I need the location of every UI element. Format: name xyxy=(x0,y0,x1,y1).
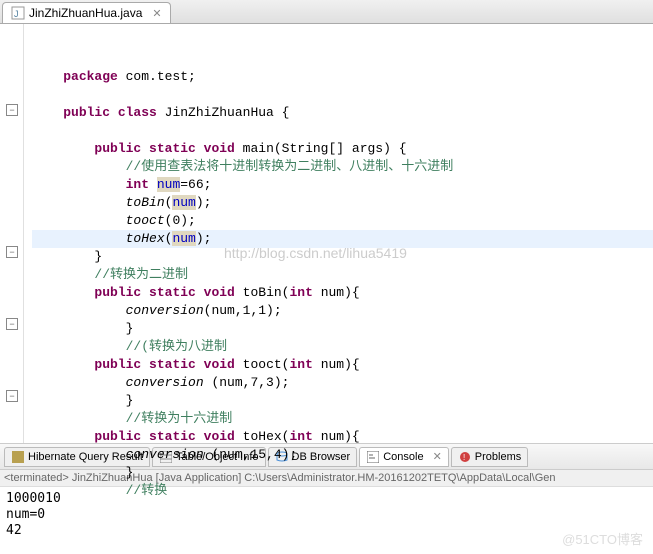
line: public static void toBin(int num){ xyxy=(32,285,360,300)
line: //使用查表法将十进制转换为二进制、八进制、十六进制 xyxy=(32,159,453,174)
editor-area: − − − − http://blog.csdn.net/lihua5419 p… xyxy=(0,24,653,444)
fold-button[interactable]: − xyxy=(6,318,18,330)
editor-tab[interactable]: J JinZhiZhuanHua.java ✕ xyxy=(2,2,171,23)
tab-filename: JinZhiZhuanHua.java xyxy=(29,6,142,20)
line: conversion (num,7,3); xyxy=(32,375,289,390)
line: package com.test; xyxy=(32,69,196,84)
hibernate-icon xyxy=(11,450,25,464)
fold-button[interactable]: − xyxy=(6,104,18,116)
current-line: toHex(num); xyxy=(32,230,653,248)
line: public static void main(String[] args) { xyxy=(32,141,407,156)
svg-text:!: ! xyxy=(463,453,465,462)
line: //(转换为八进制 xyxy=(32,339,227,354)
problems-icon: ! xyxy=(458,450,472,464)
gutter: − − − − xyxy=(0,24,24,443)
line: } xyxy=(32,321,133,336)
line: } xyxy=(32,465,133,480)
line: tooct(0); xyxy=(32,213,196,228)
line: public static void toHex(int num){ xyxy=(32,429,360,444)
line: public class JinZhiZhuanHua { xyxy=(32,105,289,120)
fold-button[interactable]: − xyxy=(6,246,18,258)
line: conversion (num,15,4); xyxy=(32,447,297,462)
line: toBin(num); xyxy=(32,195,211,210)
close-icon[interactable]: ✕ xyxy=(433,450,442,463)
line: } xyxy=(32,393,133,408)
close-icon[interactable]: ✕ xyxy=(152,7,161,20)
tab-console[interactable]: Console ✕ xyxy=(359,447,449,467)
java-file-icon: J xyxy=(11,6,25,20)
line: //转换 xyxy=(32,483,167,498)
svg-text:J: J xyxy=(14,9,19,19)
code-content[interactable]: http://blog.csdn.net/lihua5419 package c… xyxy=(24,24,653,443)
console-icon xyxy=(366,450,380,464)
line: conversion(num,1,1); xyxy=(32,303,282,318)
tab-problems[interactable]: ! Problems xyxy=(451,447,528,467)
line: } xyxy=(32,249,102,264)
line: //转换为十六进制 xyxy=(32,411,232,426)
fold-button[interactable]: − xyxy=(6,390,18,402)
editor-tab-bar: J JinZhiZhuanHua.java ✕ xyxy=(0,0,653,24)
line: int num=66; xyxy=(32,177,211,192)
line: public static void tooct(int num){ xyxy=(32,357,360,372)
line: //转换为二进制 xyxy=(32,267,188,282)
